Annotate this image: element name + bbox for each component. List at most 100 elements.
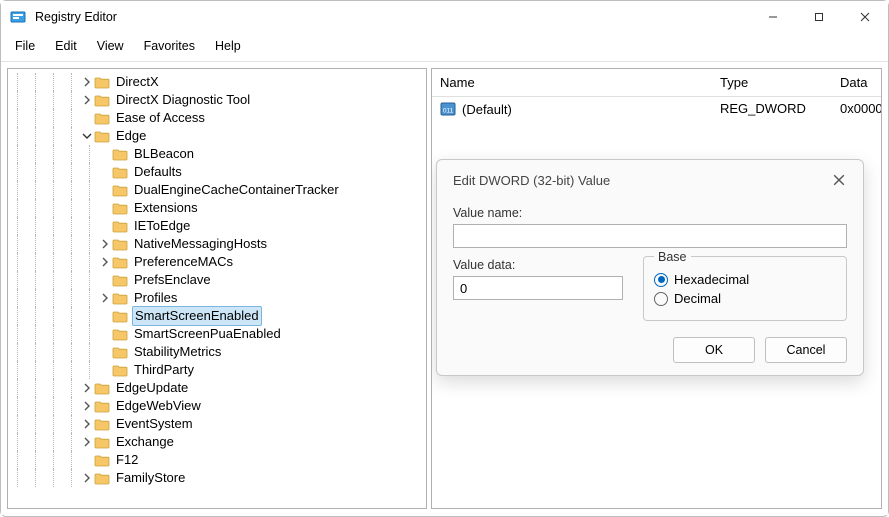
tree-item[interactable]: EventSystem	[8, 415, 426, 433]
dialog-title: Edit DWORD (32-bit) Value	[453, 173, 610, 188]
tree-item[interactable]: BLBeacon	[8, 145, 426, 163]
tree-item[interactable]: NativeMessagingHosts	[8, 235, 426, 253]
tree-item-label: SmartScreenPuaEnabled	[132, 325, 283, 343]
folder-icon	[112, 291, 128, 305]
chevron-right-icon[interactable]	[98, 237, 112, 251]
ok-button[interactable]: OK	[673, 337, 755, 363]
tree-item[interactable]: PrefsEnclave	[8, 271, 426, 289]
folder-icon	[94, 399, 110, 413]
menu-view[interactable]: View	[89, 37, 132, 55]
radio-hexadecimal[interactable]: Hexadecimal	[654, 272, 836, 287]
chevron-right-icon[interactable]	[98, 255, 112, 269]
folder-icon	[112, 273, 128, 287]
chevron-down-icon[interactable]	[80, 129, 94, 143]
chevron-right-icon[interactable]	[80, 93, 94, 107]
col-name[interactable]: Name	[432, 69, 712, 96]
tree-item-label: FamilyStore	[114, 469, 187, 487]
tree-item-label: Defaults	[132, 163, 184, 181]
tree-item[interactable]: FamilyStore	[8, 469, 426, 487]
tree-item-label: IEToEdge	[132, 217, 192, 235]
tree-item-label: SmartScreenEnabled	[132, 306, 262, 326]
chevron-right-icon[interactable]	[80, 381, 94, 395]
value-data-label: Value data:	[453, 258, 623, 272]
tree-item[interactable]: ThirdParty	[8, 361, 426, 379]
tree-item[interactable]: DirectX Diagnostic Tool	[8, 91, 426, 109]
value-row[interactable]: 011 (Default) REG_DWORD0x00000	[432, 97, 881, 121]
folder-icon	[112, 201, 128, 215]
folder-icon	[112, 237, 128, 251]
tree-item[interactable]: EdgeUpdate	[8, 379, 426, 397]
tree-item[interactable]: SmartScreenEnabled	[8, 307, 426, 325]
chevron-right-icon[interactable]	[80, 435, 94, 449]
tree-item-label: EdgeWebView	[114, 397, 203, 415]
folder-icon	[112, 219, 128, 233]
tree-item[interactable]: PreferenceMACs	[8, 253, 426, 271]
tree-item[interactable]: DirectX	[8, 73, 426, 91]
svg-text:011: 011	[443, 108, 454, 115]
tree-item[interactable]: Extensions	[8, 199, 426, 217]
folder-icon	[94, 417, 110, 431]
window-controls	[750, 1, 888, 33]
hex-label: Hexadecimal	[674, 272, 749, 287]
folder-icon	[94, 435, 110, 449]
tree-pane[interactable]: DirectXDirectX Diagnostic ToolEase of Ac…	[7, 68, 427, 509]
close-button[interactable]	[842, 1, 888, 33]
tree-item-label: StabilityMetrics	[132, 343, 223, 361]
tree-item[interactable]: Ease of Access	[8, 109, 426, 127]
menu-help[interactable]: Help	[207, 37, 249, 55]
tree-item-label: Edge	[114, 127, 148, 145]
value-name-label: Value name:	[453, 206, 847, 220]
value-name-input[interactable]	[453, 224, 847, 248]
tree-item[interactable]: Profiles	[8, 289, 426, 307]
tree-item[interactable]: Edge	[8, 127, 426, 145]
chevron-right-icon[interactable]	[80, 417, 94, 431]
tree-item-label: F12	[114, 451, 140, 469]
tree-item[interactable]: StabilityMetrics	[8, 343, 426, 361]
col-data[interactable]: Data	[832, 69, 881, 96]
tree-item-label: DirectX Diagnostic Tool	[114, 91, 252, 109]
chevron-right-icon[interactable]	[80, 75, 94, 89]
chevron-right-icon[interactable]	[80, 399, 94, 413]
value-name: (Default)	[462, 102, 512, 117]
folder-icon	[94, 93, 110, 107]
menu-file[interactable]: File	[7, 37, 43, 55]
chevron-right-icon[interactable]	[80, 471, 94, 485]
tree-item-label: PrefsEnclave	[132, 271, 213, 289]
tree-item[interactable]: IEToEdge	[8, 217, 426, 235]
folder-icon	[112, 165, 128, 179]
minimize-button[interactable]	[750, 1, 796, 33]
tree-item-label: Exchange	[114, 433, 176, 451]
tree-item-label: EventSystem	[114, 415, 195, 433]
tree-item[interactable]: Defaults	[8, 163, 426, 181]
dialog-titlebar: Edit DWORD (32-bit) Value	[437, 160, 863, 196]
folder-icon	[112, 309, 128, 323]
tree-item-label: NativeMessagingHosts	[132, 235, 269, 253]
value-type: REG_DWORD	[712, 99, 832, 119]
chevron-right-icon[interactable]	[98, 291, 112, 305]
folder-icon	[112, 363, 128, 377]
tree-item-label: Extensions	[132, 199, 200, 217]
folder-icon	[94, 111, 110, 125]
value-data: 0x00000	[832, 99, 882, 119]
tree-item[interactable]: SmartScreenPuaEnabled	[8, 325, 426, 343]
tree-item[interactable]: EdgeWebView	[8, 397, 426, 415]
tree-item[interactable]: Exchange	[8, 433, 426, 451]
dialog-close-button[interactable]	[829, 170, 849, 190]
menu-favorites[interactable]: Favorites	[136, 37, 203, 55]
tree-item[interactable]: F12	[8, 451, 426, 469]
folder-icon	[94, 471, 110, 485]
tree-item[interactable]: DualEngineCacheContainerTracker	[8, 181, 426, 199]
folder-icon	[112, 327, 128, 341]
tree-item-label: Ease of Access	[114, 109, 207, 127]
folder-icon	[94, 129, 110, 143]
base-fieldset: Base Hexadecimal Decimal	[643, 256, 847, 321]
edit-dword-dialog: Edit DWORD (32-bit) Value Value name: Va…	[436, 159, 864, 376]
cancel-button[interactable]: Cancel	[765, 337, 847, 363]
maximize-button[interactable]	[796, 1, 842, 33]
tree-item-label: BLBeacon	[132, 145, 196, 163]
radio-decimal[interactable]: Decimal	[654, 291, 836, 306]
value-data-input[interactable]	[453, 276, 623, 300]
menu-edit[interactable]: Edit	[47, 37, 85, 55]
binary-value-icon: 011	[440, 101, 456, 117]
col-type[interactable]: Type	[712, 69, 832, 96]
